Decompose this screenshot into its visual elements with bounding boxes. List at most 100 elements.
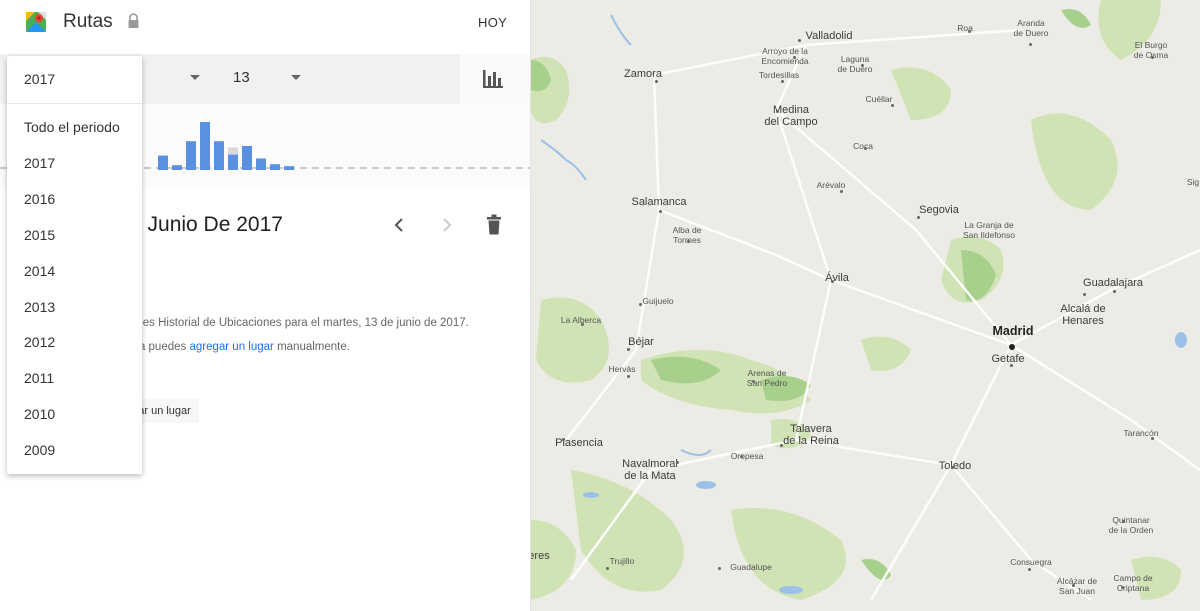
city-marker [798, 39, 801, 42]
map-city-label: Tordesillas [758, 70, 800, 80]
city-marker [718, 567, 721, 570]
timeline-panel: Rutas HOY 13 e Junio De 2017 enes Histor… [0, 0, 531, 611]
histogram-bar [186, 141, 196, 170]
map-city-label: Coca [853, 141, 873, 151]
city-marker [917, 216, 920, 219]
year-option[interactable]: 2017 [24, 155, 55, 171]
day-value: 13 [233, 69, 250, 86]
map-view[interactable]: Valladolid Aranda de Duero Roa El Burgo de Os… [531, 0, 1200, 611]
city-marker [676, 461, 679, 464]
city-marker [1151, 437, 1154, 440]
city-marker [655, 80, 658, 83]
year-select-value[interactable]: 2017 [24, 71, 55, 87]
histogram-bar [256, 158, 266, 170]
histogram-bar [242, 146, 252, 170]
year-option[interactable]: 2010 [24, 406, 55, 422]
histogram-bar [284, 166, 294, 170]
chevron-down-icon [291, 75, 301, 80]
city-marker [861, 64, 864, 67]
histogram-bar [270, 164, 280, 170]
city-marker [864, 147, 867, 150]
city-marker [752, 380, 755, 383]
month-select[interactable] [142, 54, 212, 104]
manual-add-suffix: manualmente. [273, 341, 350, 353]
map-city-label: Salamanca [631, 196, 687, 208]
map-city-label: Trujillo [609, 556, 635, 566]
histogram-bar [172, 165, 182, 170]
map-city-label: Guijuelo [642, 296, 674, 306]
city-marker [627, 375, 630, 378]
today-button[interactable]: HOY [478, 15, 507, 30]
city-marker [781, 80, 784, 83]
map-city-label: Consuegra [1010, 557, 1052, 567]
city-marker [1121, 586, 1124, 589]
city-marker [780, 444, 783, 447]
city-marker [951, 466, 954, 469]
histogram-bar [200, 122, 210, 170]
map-city-label: Sig [1186, 177, 1200, 187]
map-city-label: Cuéllar [865, 94, 893, 104]
map-city-label: Guadalajara [1083, 277, 1143, 289]
city-marker [1083, 293, 1086, 296]
map-city-label: Oropesa [730, 451, 764, 461]
day-title: e Junio De 2017 [130, 213, 283, 236]
chevron-right-icon[interactable] [438, 214, 456, 236]
bar-chart-icon[interactable] [481, 68, 505, 90]
year-option[interactable]: 2014 [24, 263, 55, 279]
year-option[interactable]: 2011 [24, 370, 54, 386]
city-marker [1010, 364, 1013, 367]
google-maps-icon [26, 12, 46, 32]
map-city-label: Laguna de Duero [837, 54, 873, 74]
map-city-label: Alcázar de San Juan [1056, 576, 1098, 596]
map-city-label: Aranda de Duero [1013, 18, 1049, 38]
city-marker [1151, 56, 1154, 59]
map-city-label: La Granja de San Ildefonso [963, 220, 1015, 240]
capital-marker [1009, 344, 1015, 350]
map-city-label: Quintanar de la Orden [1108, 515, 1154, 535]
chevron-left-icon[interactable] [390, 214, 408, 236]
city-marker [740, 455, 743, 458]
city-marker [1028, 568, 1031, 571]
map-city-label: Getafe [991, 353, 1025, 365]
city-marker [687, 240, 690, 243]
city-marker [1072, 584, 1075, 587]
city-marker [1113, 290, 1116, 293]
map-city-label: Toledo [938, 460, 972, 472]
map-city-label: Valladolid [805, 30, 853, 42]
map-city-label: Campo de Criptana [1113, 573, 1153, 593]
city-marker [968, 30, 971, 33]
histogram-bar [214, 141, 224, 170]
year-option[interactable]: Todo el periodo [24, 119, 120, 135]
year-option[interactable]: 2016 [24, 191, 55, 207]
map-city-label: Arroyo de la Encomienda [761, 46, 809, 66]
map-city-label: Navalmoral de la Mata [622, 458, 678, 482]
year-dropdown-menu[interactable]: 2017 Todo el periodo 2017 2016 2015 2014… [7, 56, 142, 474]
year-option[interactable]: 2015 [24, 227, 55, 243]
city-marker [562, 438, 565, 441]
lock-icon [128, 13, 139, 28]
app-title: Rutas [63, 11, 113, 32]
city-marker [776, 110, 779, 113]
map-city-label: Hervás [608, 364, 636, 374]
manual-add-hint: vía puedes agregar un lugar manualmente. [130, 341, 350, 353]
city-marker [840, 190, 843, 193]
year-option[interactable]: 2009 [24, 442, 55, 458]
city-marker [639, 303, 642, 306]
year-option[interactable]: 2012 [24, 334, 55, 350]
day-select[interactable]: 13 [214, 54, 324, 104]
map-city-label: Alcalá de Henares [1060, 303, 1106, 327]
map-city-label: Segovia [919, 204, 959, 216]
map-city-label: Guadalupe [730, 562, 772, 572]
add-place-link[interactable]: agregar un lugar [189, 341, 273, 353]
city-marker [891, 104, 894, 107]
city-marker [659, 210, 662, 213]
year-option[interactable]: 2013 [24, 299, 55, 315]
map-city-label: Zamora [624, 68, 662, 80]
map-city-label: Talavera de la Reina [783, 423, 839, 447]
histogram-bar [228, 154, 238, 170]
trash-icon[interactable] [484, 213, 504, 237]
city-marker [793, 56, 796, 59]
map-city-label: Ávila [825, 272, 849, 284]
map-city-label: Medina del Campo [764, 104, 818, 128]
histogram-bar [158, 155, 168, 170]
